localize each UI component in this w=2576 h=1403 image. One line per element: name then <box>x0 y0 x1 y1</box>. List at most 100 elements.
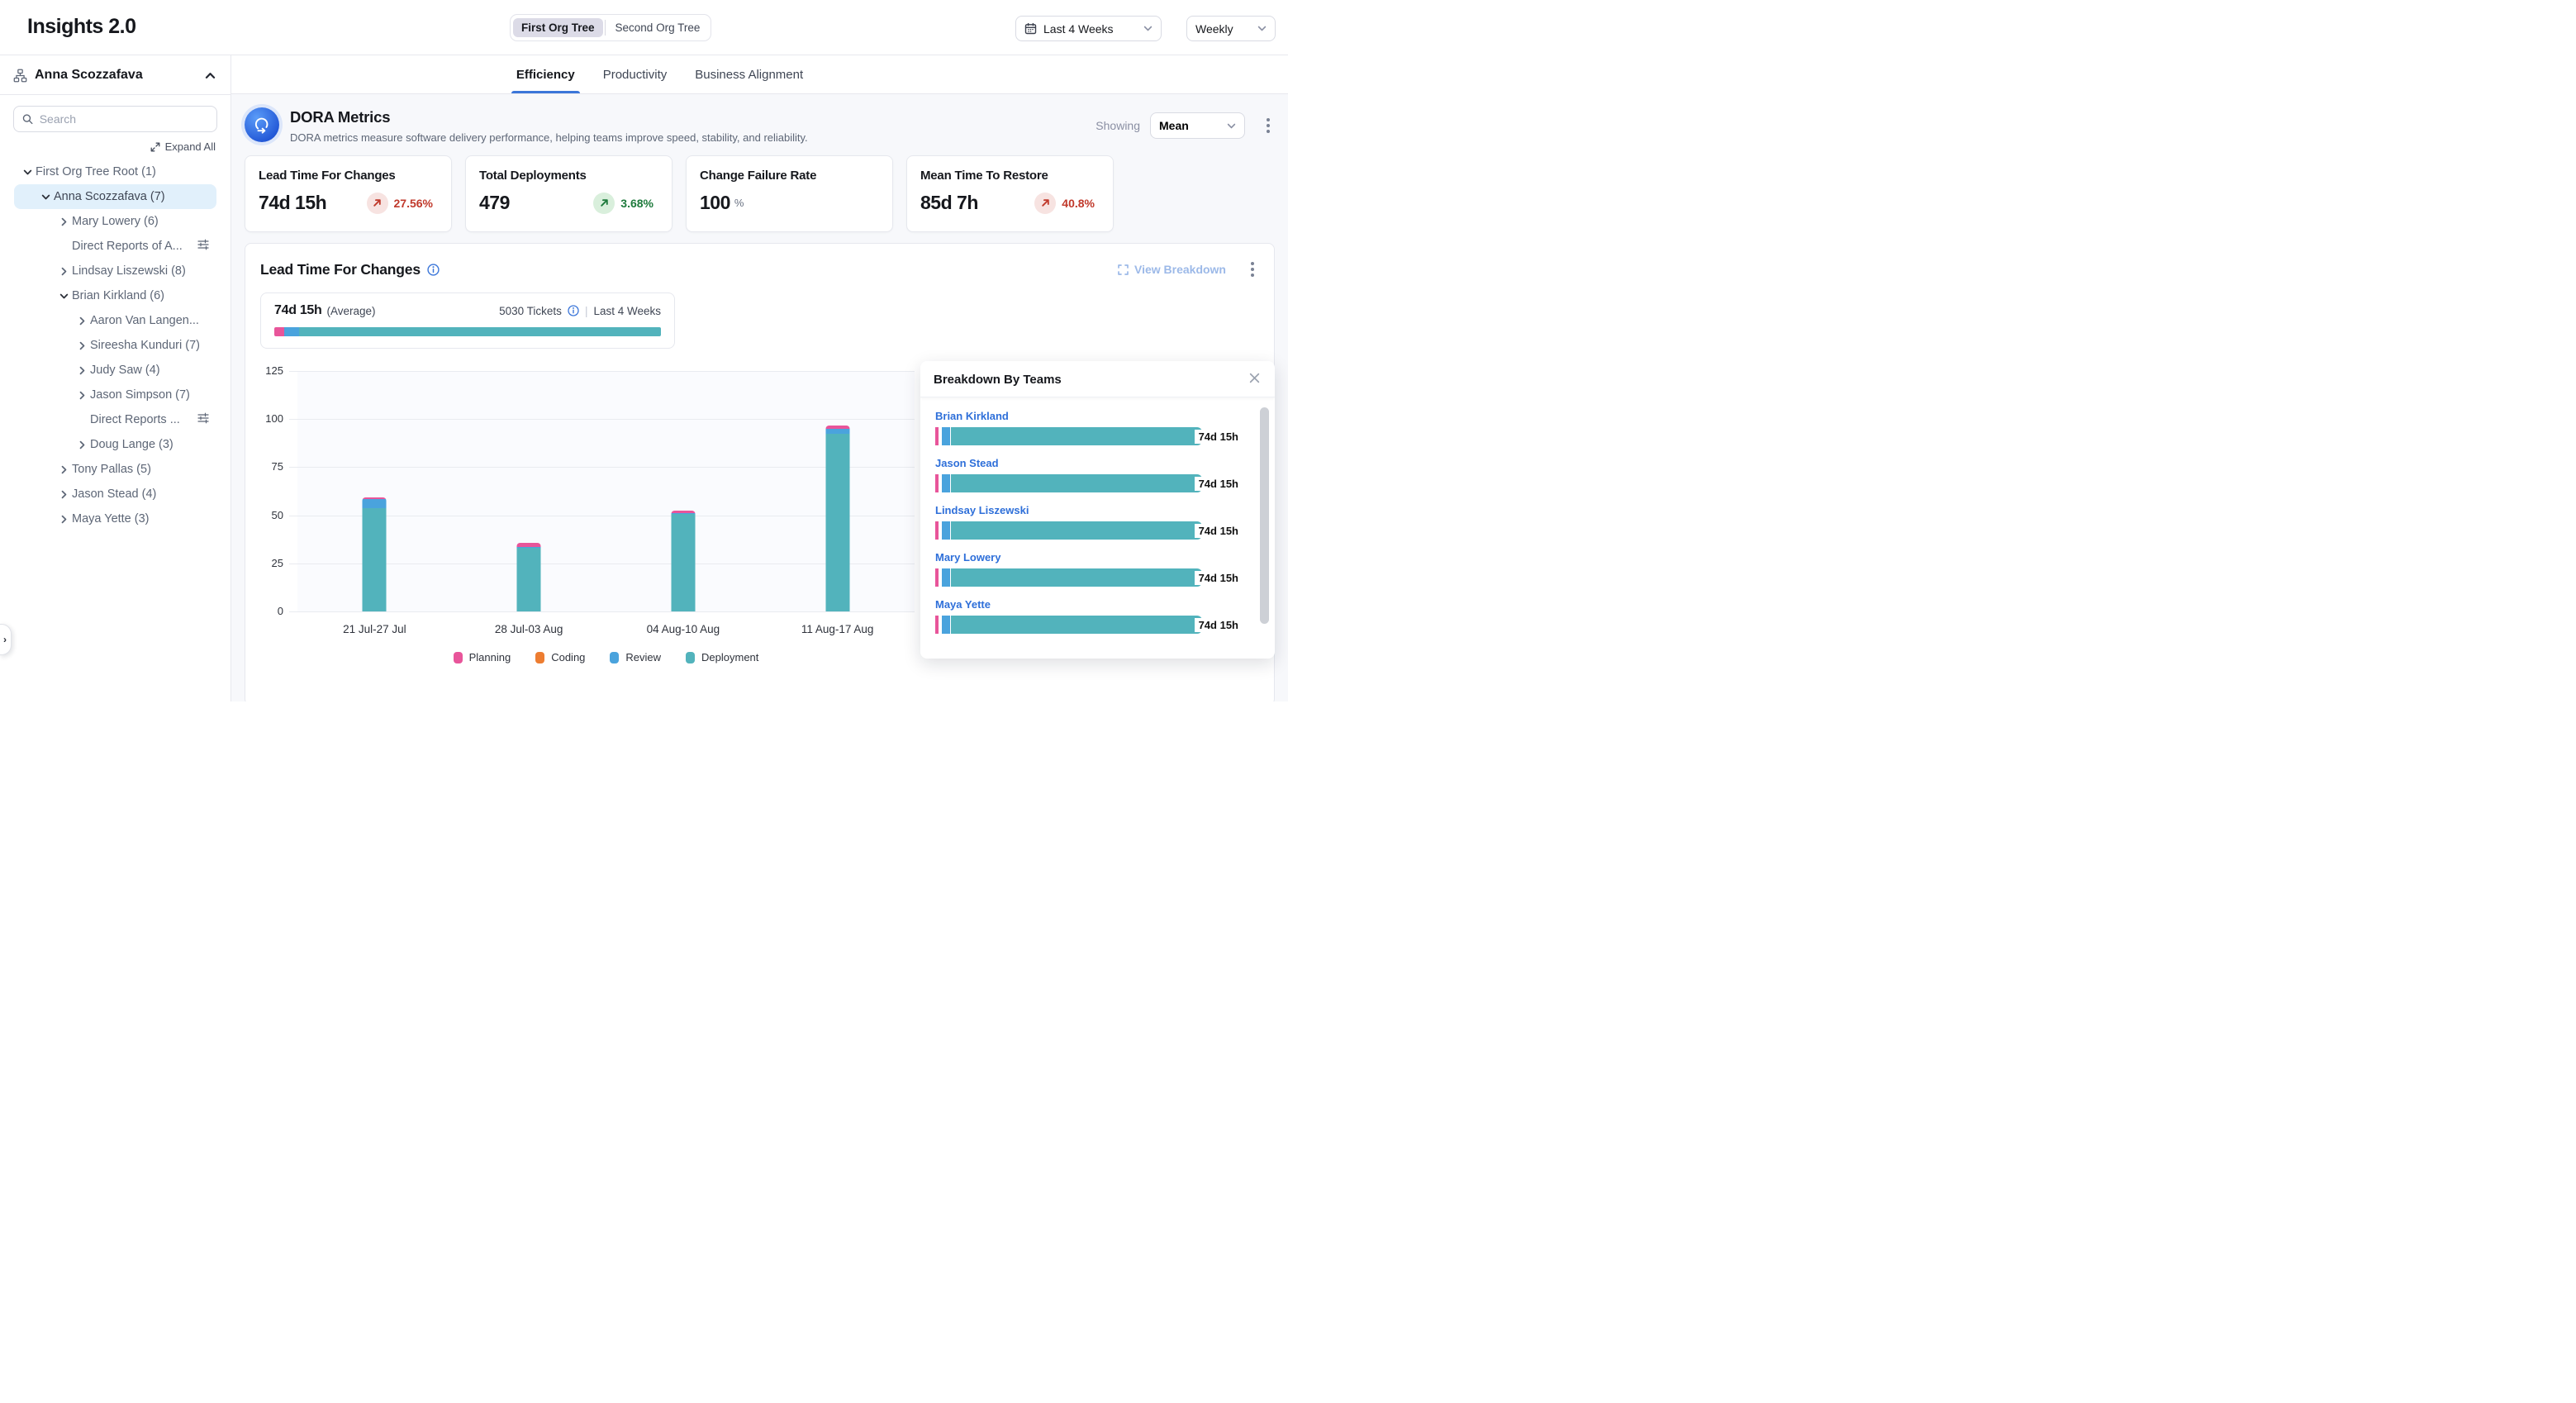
date-range-dropdown[interactable]: Last 4 Weeks <box>1015 16 1162 41</box>
sidebar-item-lindsay-liszewski-8[interactable]: Lindsay Liszewski (8) <box>14 259 216 283</box>
info-icon[interactable] <box>427 264 440 276</box>
chevron-right-icon[interactable] <box>55 267 72 276</box>
tab-productivity[interactable]: Productivity <box>603 55 668 93</box>
team-link-maya-yette[interactable]: Maya Yette <box>935 598 991 611</box>
deployment-segment <box>951 474 1202 492</box>
team-link-brian-kirkland[interactable]: Brian Kirkland <box>935 410 1009 422</box>
sidebar-item-doug-lange-3[interactable]: Doug Lange (3) <box>14 432 216 457</box>
chevron-right-icon[interactable] <box>55 490 72 499</box>
review-segment <box>942 568 950 587</box>
metric-card-value-row: 4793.68% <box>479 192 658 214</box>
stacked-bar <box>825 426 849 611</box>
sidebar-item-tony-pallas-5[interactable]: Tony Pallas (5) <box>14 457 216 482</box>
tree-item-label: Brian Kirkland (6) <box>72 289 164 302</box>
team-value: 74d 15h <box>1195 477 1238 491</box>
team-link-jason-stead[interactable]: Jason Stead <box>935 457 999 469</box>
toggle-second-org-tree[interactable]: Second Org Tree <box>607 18 709 37</box>
dora-header: DORA Metrics DORA metrics measure softwa… <box>245 107 1275 144</box>
metric-view-dropdown[interactable]: Mean <box>1150 112 1245 139</box>
sidebar-item-aaron-van-langen[interactable]: Aaron Van Langen... <box>14 308 216 333</box>
chevron-down-icon <box>1143 24 1153 33</box>
org-user-selector[interactable]: Anna Scozzafava <box>0 55 231 95</box>
sidebar-item-sireesha-kunduri-7[interactable]: Sireesha Kunduri (7) <box>14 333 216 358</box>
expand-icon <box>1118 264 1129 275</box>
sidebar-item-jason-stead-4[interactable]: Jason Stead (4) <box>14 482 216 507</box>
tree-item-label: Direct Reports of A... <box>72 240 183 253</box>
metric-card-value: 479 <box>479 192 510 214</box>
view-breakdown-button[interactable]: View Breakdown <box>1118 263 1226 276</box>
chevron-down-icon[interactable] <box>55 292 72 301</box>
chart-bar-column <box>760 371 915 611</box>
tree-item-label: Mary Lowery (6) <box>72 215 159 228</box>
chevron-down-icon[interactable] <box>19 168 36 177</box>
sidebar-item-maya-yette-3[interactable]: Maya Yette (3) <box>14 507 216 531</box>
chevron-right-icon[interactable] <box>74 341 90 350</box>
team-bar-row: 74d 15h <box>935 474 1238 492</box>
team-value: 74d 15h <box>1195 524 1238 538</box>
tree-item-label: Jason Simpson (7) <box>90 388 190 402</box>
filter-icon[interactable] <box>197 238 210 254</box>
sidebar-item-judy-saw-4[interactable]: Judy Saw (4) <box>14 358 216 383</box>
sidebar-item-mary-lowery-6[interactable]: Mary Lowery (6) <box>14 209 216 234</box>
team-link-lindsay-liszewski[interactable]: Lindsay Liszewski <box>935 504 1029 516</box>
trend-arrow-icon <box>593 193 615 214</box>
x-axis-tick-label: 21 Jul-27 Jul <box>297 623 452 635</box>
chart-bar-column <box>452 371 606 611</box>
sidebar-search-area: Expand All <box>0 95 231 153</box>
toggle-divider <box>605 20 606 36</box>
chart-bar-column <box>606 371 761 611</box>
breakdown-team-row: Mary Lowery74d 15h <box>935 550 1238 587</box>
lead-time-kebab-menu[interactable] <box>1246 257 1259 282</box>
info-icon[interactable] <box>568 305 579 316</box>
breakdown-scrollbar[interactable] <box>1260 407 1269 624</box>
granularity-dropdown[interactable]: Weekly <box>1186 16 1276 41</box>
toggle-first-org-tree[interactable]: First Org Tree <box>513 18 603 37</box>
legend-label: Planning <box>469 651 511 663</box>
team-stacked-bar <box>935 568 1202 587</box>
chevron-right-icon[interactable] <box>74 440 90 449</box>
sidebar-item-brian-kirkland-6[interactable]: Brian Kirkland (6) <box>14 283 216 308</box>
tab-business-alignment[interactable]: Business Alignment <box>695 55 803 93</box>
y-axis-tick-label: 100 <box>245 412 283 425</box>
review-segment <box>942 521 950 540</box>
deployment-segment <box>951 616 1202 634</box>
trend-delta: 40.8% <box>1062 197 1095 210</box>
chevron-right-icon[interactable] <box>74 316 90 326</box>
breakdown-title: Breakdown By Teams <box>934 373 1062 387</box>
close-icon[interactable] <box>1246 369 1263 389</box>
chart-legend: PlanningCodingReviewDeployment <box>297 651 915 663</box>
expand-all-button[interactable]: Expand All <box>150 140 216 153</box>
sidebar-item-anna-scozzafava-7[interactable]: Anna Scozzafava (7) <box>14 184 216 209</box>
sidebar-item-direct-reports[interactable]: Direct Reports ... <box>14 407 216 432</box>
chevron-right-icon[interactable] <box>74 391 90 400</box>
team-bar-row: 74d 15h <box>935 616 1238 634</box>
chevron-right-icon[interactable] <box>74 366 90 375</box>
tree-item-label: Anna Scozzafava (7) <box>54 190 165 203</box>
tree-item-label: Direct Reports ... <box>90 413 180 426</box>
chevron-down-icon[interactable] <box>37 193 54 202</box>
sidebar-collapse-handle[interactable]: › <box>0 624 12 655</box>
sidebar-item-first-org-tree-root-1[interactable]: First Org Tree Root (1) <box>14 159 216 184</box>
tab-efficiency[interactable]: Efficiency <box>516 55 575 93</box>
app-root: Insights 2.0 First Org Tree Second Org T… <box>0 0 1288 702</box>
chart-gridline <box>289 611 915 612</box>
sidebar-item-direct-reports-of-a[interactable]: Direct Reports of A... <box>14 234 216 259</box>
summary-stacked-bar <box>274 327 661 336</box>
org-tree-toggle: First Org Tree Second Org Tree <box>510 14 711 41</box>
y-axis-tick-label: 25 <box>245 557 283 569</box>
y-axis-tick-label: 75 <box>245 460 283 473</box>
team-link-mary-lowery[interactable]: Mary Lowery <box>935 551 1000 564</box>
chevron-down-icon <box>1227 121 1236 131</box>
stacked-bar <box>363 497 387 611</box>
chevron-right-icon[interactable] <box>55 515 72 524</box>
tree-item-label: Judy Saw (4) <box>90 364 160 377</box>
dora-kebab-menu[interactable] <box>1262 113 1275 138</box>
tree-item-label: Maya Yette (3) <box>72 512 150 526</box>
chevron-right-icon[interactable] <box>55 465 72 474</box>
team-value: 74d 15h <box>1195 430 1238 444</box>
chevron-right-icon[interactable] <box>55 217 72 226</box>
sidebar-item-jason-simpson-7[interactable]: Jason Simpson (7) <box>14 383 216 407</box>
search-input[interactable] <box>40 112 208 126</box>
expand-all-icon <box>150 142 160 152</box>
filter-icon[interactable] <box>197 411 210 428</box>
